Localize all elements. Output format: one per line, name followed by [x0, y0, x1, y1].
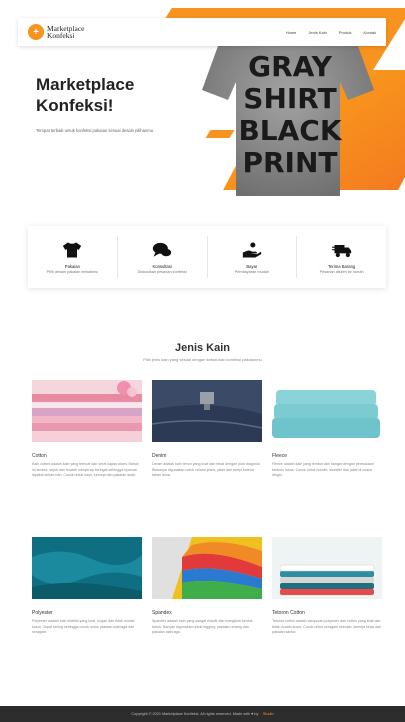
- nav-link-produk[interactable]: Produk: [339, 30, 352, 35]
- fabric-desc: Polyester adalah kain sintetis yang kuat…: [32, 619, 135, 635]
- feature-title: Pakaian: [64, 263, 80, 269]
- logo-icon[interactable]: +: [28, 24, 44, 40]
- tshirt-print-line1: GRAY: [248, 50, 333, 83]
- brand-name-line2: Konfeksi: [47, 31, 75, 40]
- feature-konsultasi: Konsultasi Diskusikan pesanan konfeksi: [118, 236, 208, 278]
- fabric-name: Tetoron Cotton: [272, 610, 305, 616]
- navbar: + Marketplace Konfeksi Home Jenis Kain P…: [18, 18, 386, 46]
- feature-title: Bayar: [246, 263, 258, 269]
- tshirt-print-line2: SHIRT: [243, 82, 336, 115]
- feature-bayar: Bayar Pembayaran mudah: [208, 236, 298, 278]
- tshirt-print-line3: BLACK: [238, 114, 342, 147]
- hero-title: Marketplace Konfeksi!: [36, 75, 135, 115]
- nav-link-kontak[interactable]: Kontak: [364, 30, 376, 35]
- fabric-desc: Denim adalah kain tenun yang kuat dan te…: [152, 462, 261, 478]
- fabric-name: Fleece: [272, 453, 288, 459]
- fabric-name: Spandex: [152, 610, 172, 616]
- tshirt-image: GRAY SHIRT BLACK PRINT: [202, 26, 374, 196]
- tshirt-print-line4: PRINT: [242, 146, 337, 179]
- fabric-card-cotton[interactable]: Cotton Kain cotton adalah kain yang terb…: [32, 380, 142, 479]
- fabric-name: Denim: [152, 453, 167, 459]
- fabric-name: Cotton: [32, 453, 47, 459]
- nav-link-home[interactable]: Home: [286, 30, 297, 35]
- feature-title: Terima Barang: [328, 263, 356, 269]
- hero-subtitle: Tempat terbaik untuk konfeksi pakaian se…: [36, 128, 154, 133]
- cotton-fabric-image: [32, 380, 142, 442]
- feature-pakaian: Pakaian Pilih desain pakaian terbaikmu: [28, 236, 118, 278]
- denim-fabric-image: [151, 380, 263, 442]
- fabric-desc: Spandex adalah kain yang sangat elastis …: [152, 619, 253, 635]
- section-title: Jenis Kain: [174, 342, 231, 354]
- footer-brand-link[interactable]: Studio: [263, 712, 274, 716]
- feature-desc: Pesanan dikirim ke rumah: [319, 269, 364, 274]
- chat-icon: [152, 242, 172, 257]
- spandex-fabric-image: [152, 537, 262, 599]
- nav-links: Home Jenis Kain Produk Kontak: [286, 30, 376, 35]
- tetoron-cotton-fabric-image: [272, 537, 382, 599]
- footer: Copyright © 2021 Marketplace Konfeksi. A…: [0, 706, 405, 722]
- feature-desc: Pembayaran mudah: [234, 269, 269, 274]
- fleece-fabric-image: [272, 380, 382, 442]
- section-subtitle: Pilih jenis kain yang sesuai dengan kebu…: [143, 357, 262, 362]
- payment-icon: [242, 242, 262, 257]
- features-bar: Pakaian Pilih desain pakaian terbaikmu K…: [28, 226, 386, 288]
- fabric-card-denim[interactable]: Denim Denim adalah kain tenun yang kuat …: [151, 380, 263, 479]
- delivery-truck-icon: [331, 244, 351, 257]
- fabric-desc: Fleece adalah kain yang lembut dan hanga…: [272, 462, 374, 478]
- fabric-card-tetoron-cotton[interactable]: Tetoron Cotton Tetoron cotton adalah cam…: [272, 537, 382, 636]
- feature-desc: Diskusikan pesanan konfeksi: [137, 269, 187, 274]
- fabric-card-fleece[interactable]: Fleece Fleece adalah kain yang lembut da…: [272, 380, 382, 479]
- footer-text: Copyright © 2021 Marketplace Konfeksi. A…: [131, 712, 259, 716]
- feature-title: Konsultasi: [152, 263, 172, 269]
- feature-desc: Pilih desain pakaian terbaikmu: [46, 269, 99, 274]
- brand-logo-text[interactable]: Marketplace Konfeksi: [47, 25, 84, 40]
- feature-terima-barang: Terima Barang Pesanan dikirim ke rumah: [297, 236, 386, 278]
- tshirt-icon: [63, 242, 82, 257]
- fabric-desc: Tetoron cotton adalah campuran polyester…: [272, 619, 381, 635]
- fabric-name: Polyester: [32, 610, 53, 616]
- polyester-fabric-image: [32, 537, 142, 599]
- fabric-card-spandex[interactable]: Spandex Spandex adalah kain yang sangat …: [152, 537, 262, 636]
- fabric-desc: Kain cotton adalah kain yang terbuat dar…: [32, 462, 139, 478]
- nav-link-jenis-kain[interactable]: Jenis Kain: [308, 30, 326, 35]
- fabric-card-polyester[interactable]: Polyester Polyester adalah kain sintetis…: [32, 537, 142, 636]
